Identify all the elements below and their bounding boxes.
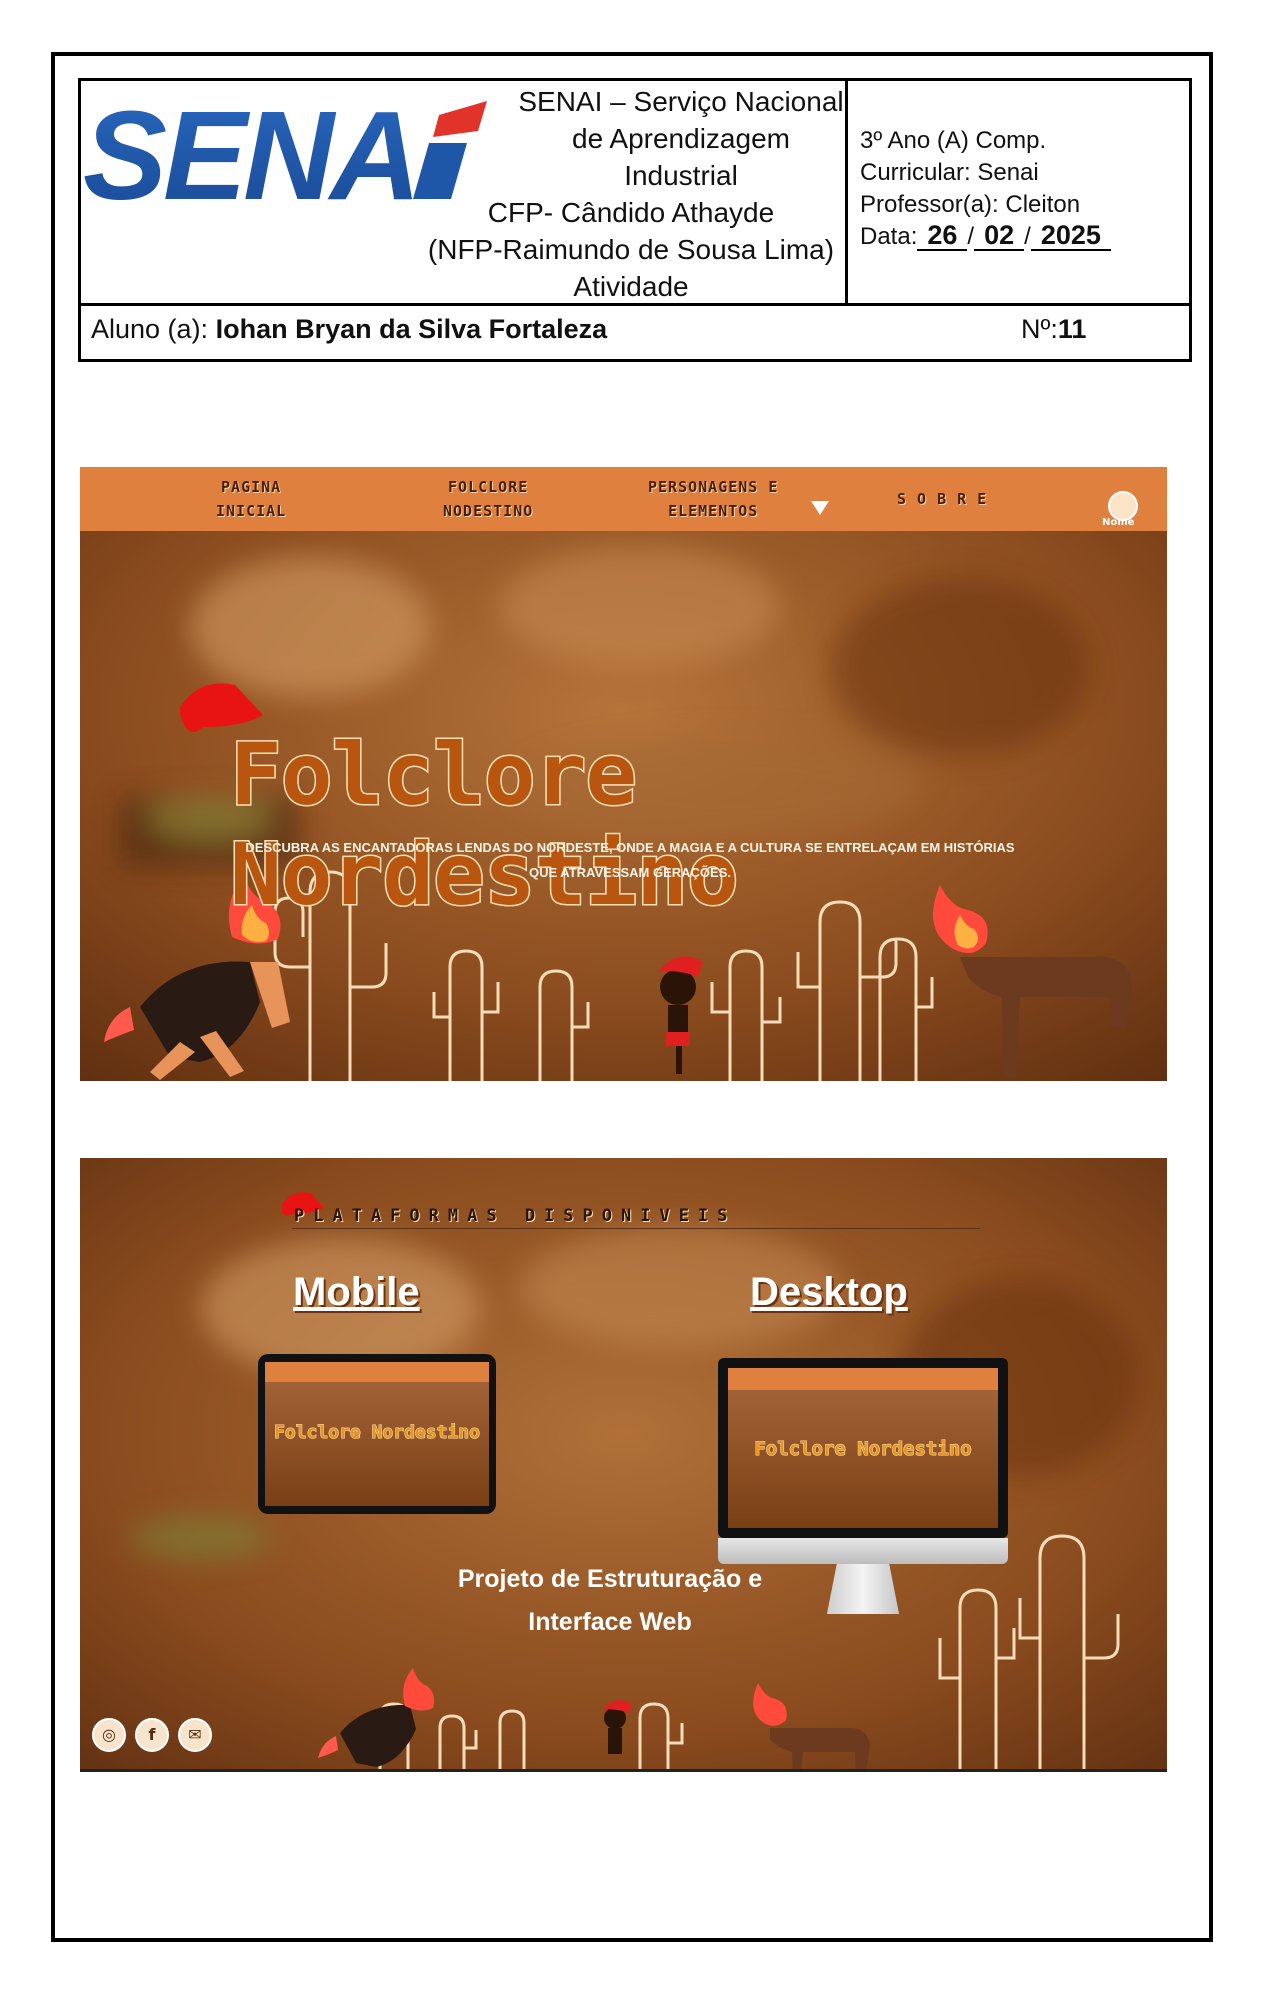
- desktop-monitor-mockup: Folclore Nordestino: [718, 1358, 1008, 1538]
- monitor-screen: Folclore Nordestino: [728, 1368, 998, 1528]
- hero-subtitle: DESCUBRA AS ENCANTADORAS LENDAS DO NORDE…: [245, 840, 1015, 880]
- mail-icon[interactable]: ✉: [178, 1718, 212, 1752]
- header-table: SENA SENAI – Serviço Nacional de Aprendi…: [78, 78, 1192, 362]
- header-institution-cell: SENA SENAI – Serviço Nacional de Aprendi…: [81, 81, 848, 303]
- mobile-heading: Mobile: [293, 1270, 420, 1314]
- tablet-preview-title: Folclore Nordestino: [274, 1422, 481, 1444]
- site-navbar: PAGINA INICIAL FOLCLORE NODESTINO PERSONAG…: [80, 467, 1167, 531]
- institution-name: SENAI – Serviço Nacional de Aprendizagem…: [427, 86, 844, 302]
- hero-title: Folclore Nordestino: [229, 724, 741, 927]
- facebook-icon[interactable]: f: [135, 1718, 169, 1752]
- tablet-mockup: Folclore Nordestino: [258, 1354, 496, 1514]
- nav-characters[interactable]: PERSONAGENS E ELEMENTOS: [648, 475, 778, 523]
- project-caption: Projeto de Estruturação e Interface Web: [457, 1565, 763, 1636]
- date-day: 26: [917, 221, 968, 251]
- instagram-icon[interactable]: ◎: [92, 1718, 126, 1752]
- nav-home[interactable]: PAGINA INICIAL: [216, 475, 286, 523]
- student-number: Nº:11: [1021, 314, 1087, 344]
- date-year: 2025: [1030, 221, 1111, 251]
- class-info: 3º Ano (A) Comp. Curricular: Senai Profe…: [860, 125, 1111, 253]
- date-month: 02: [974, 221, 1025, 251]
- platforms-title: PLATAFORMAS DISPONIVEIS: [294, 1206, 737, 1226]
- nav-folclore[interactable]: FOLCLORE NODESTINO: [443, 475, 533, 523]
- curricular-label: Curricular: Senai: [860, 159, 1039, 186]
- nav-about[interactable]: S O B R E: [897, 487, 987, 511]
- class-label: 3º Ano (A) Comp.: [860, 127, 1047, 154]
- profile-label: Nome: [1102, 517, 1135, 528]
- website-home-screenshot: PAGINA INICIAL FOLCLORE NODESTINO PERSONAG…: [80, 467, 1167, 1081]
- teacher-label: Professor(a): Cleiton: [860, 191, 1081, 218]
- student-row: Aluno (a): Iohan Bryan da Silva Fortalez…: [81, 303, 1189, 359]
- monitor-preview-title: Folclore Nordestino: [754, 1438, 972, 1461]
- student-name: Iohan Bryan da Silva Fortaleza: [215, 314, 608, 344]
- student-info: Aluno (a): Iohan Bryan da Silva Fortalez…: [91, 314, 608, 344]
- header-info-cell: 3º Ano (A) Comp. Curricular: Senai Profe…: [848, 81, 1189, 303]
- desktop-heading: Desktop: [750, 1270, 908, 1314]
- tablet-screen: Folclore Nordestino: [265, 1362, 489, 1506]
- platforms-screenshot: PLATAFORMAS DISPONIVEIS Mobile Desktop F…: [80, 1158, 1167, 1772]
- svg-text:SENA: SENA: [83, 85, 417, 221]
- title-underline: [292, 1228, 980, 1229]
- date-field: Data: 26/02/2025: [860, 221, 1111, 253]
- chevron-down-icon[interactable]: [811, 501, 829, 515]
